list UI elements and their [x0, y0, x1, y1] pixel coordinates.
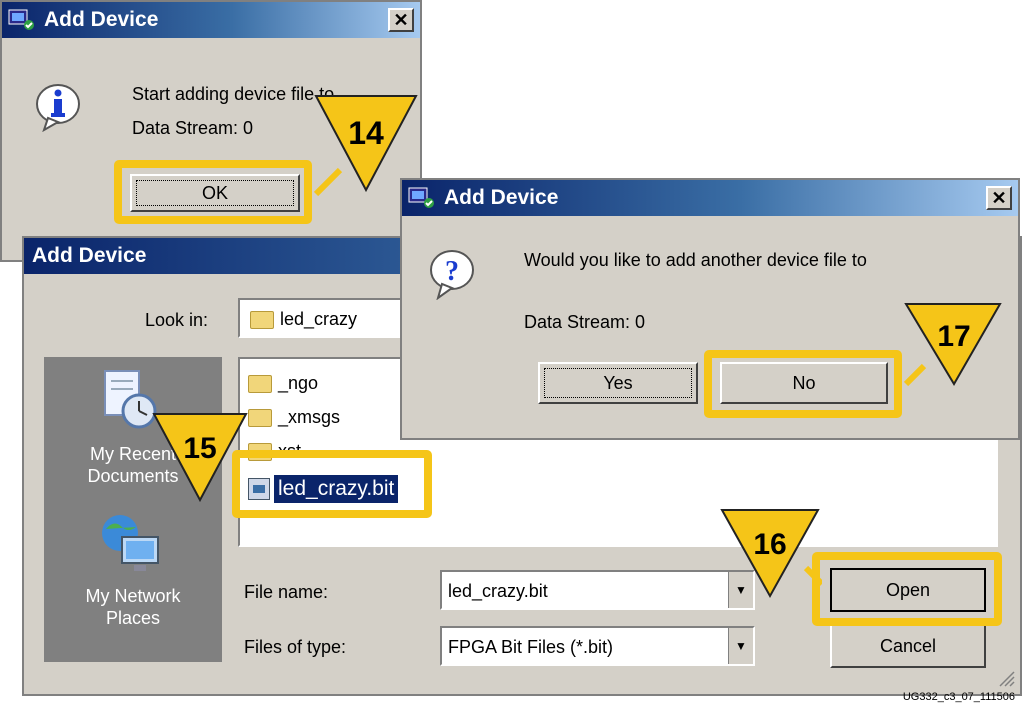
resize-grip-icon[interactable]: [996, 668, 1016, 688]
question-dialog-title: Add Device: [444, 186, 559, 209]
file-name-field[interactable]: led_crazy.bit ▼: [440, 570, 755, 610]
info-dialog-title: Add Device: [44, 8, 159, 31]
highlight-ok: [114, 160, 312, 224]
callout-15: 15: [152, 413, 248, 503]
folder-icon: [248, 408, 272, 427]
app-icon: [8, 9, 34, 30]
svg-text:?: ?: [445, 256, 459, 287]
chevron-down-icon[interactable]: ▼: [728, 628, 753, 664]
network-places-icon[interactable]: [96, 511, 166, 577]
files-of-type-label: Files of type:: [244, 637, 347, 657]
question-message-line1: Would you like to add another device fil…: [524, 250, 867, 270]
look-in-value: led_crazy: [280, 309, 358, 329]
file-name-label: File name:: [244, 582, 329, 602]
place-network-label: My Network Places: [85, 586, 181, 628]
callout-16-label: 16: [753, 528, 786, 561]
yes-button[interactable]: Yes: [538, 362, 698, 404]
question-icon: ?: [430, 250, 474, 300]
callout-15-label: 15: [183, 432, 216, 465]
info-message-line1: Start adding device file to: [132, 84, 335, 104]
highlight-bit-file: [232, 450, 432, 518]
close-icon[interactable]: ✕: [986, 186, 1012, 210]
callout-17: 17: [903, 303, 1002, 387]
look-in-label: Look in:: [145, 310, 209, 330]
files-of-type-select[interactable]: FPGA Bit Files (*.bit) ▼: [440, 626, 755, 666]
list-item[interactable]: _xmsgs: [248, 407, 340, 428]
callout-14: 14: [313, 95, 418, 197]
close-icon[interactable]: ✕: [388, 8, 414, 32]
look-in-select[interactable]: led_crazy: [238, 298, 418, 338]
folder-icon: [248, 374, 272, 393]
info-message-line2: Data Stream: 0: [132, 118, 254, 138]
places-bar: My Recent Documents My Network Places: [44, 357, 222, 662]
question-message-line2: Data Stream: 0: [524, 312, 646, 332]
info-dialog-titlebar[interactable]: Add Device ✕: [2, 2, 420, 38]
callout-14-label: 14: [348, 115, 384, 151]
callout-17-label: 17: [937, 320, 970, 353]
callout-16: 16: [720, 509, 822, 599]
cancel-button[interactable]: Cancel: [830, 624, 986, 668]
question-dialog-titlebar[interactable]: Add Device ✕: [402, 180, 1018, 216]
folder-icon: [250, 310, 274, 329]
highlight-no: [704, 350, 902, 418]
list-item[interactable]: _ngo: [248, 373, 318, 394]
highlight-open: [812, 552, 1002, 626]
figure-caption: UG332_c3_07_111506: [902, 691, 1015, 703]
info-icon: [36, 84, 80, 132]
open-dialog-title: Add Device: [32, 244, 147, 267]
